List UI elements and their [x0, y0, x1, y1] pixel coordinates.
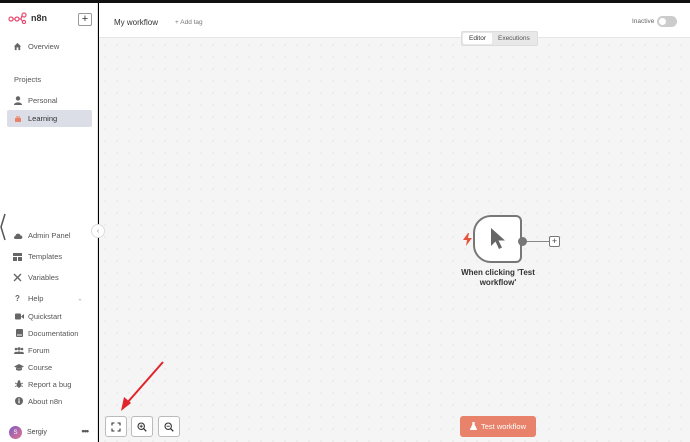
help-item-report-bug[interactable]: Report a bug: [14, 377, 71, 391]
add-tag-button[interactable]: + Add tag: [175, 19, 203, 26]
projects-heading: Projects: [14, 75, 42, 84]
node-label: When clicking 'Test workflow': [453, 268, 543, 288]
n8n-logo-icon: [8, 12, 27, 24]
user-name: Sergiy: [27, 429, 47, 436]
sidebar-item-overview[interactable]: Overview: [7, 38, 92, 55]
view-tabs: Editor Executions: [461, 31, 538, 46]
flask-icon: [469, 421, 477, 432]
sidebar-item-label: Help: [28, 294, 44, 303]
sidebar-item-templates[interactable]: Templates: [7, 248, 92, 265]
sidebar-item-label: Personal: [28, 96, 58, 105]
add-node-button[interactable]: +: [549, 236, 560, 247]
chevron-left-icon: [0, 213, 6, 241]
help-item-about[interactable]: About n8n: [14, 394, 62, 408]
help-item-label: Quickstart: [28, 311, 62, 321]
chevron-up-icon[interactable]: ⌃: [77, 298, 83, 306]
sidebar: n8n + Overview Projects Personal Learnin…: [0, 3, 98, 442]
help-item-label: About n8n: [28, 396, 63, 406]
sidebar-item-personal[interactable]: Personal: [7, 92, 92, 109]
templates-icon: [12, 251, 23, 262]
sidebar-item-label: Overview: [28, 42, 60, 51]
cloud-icon: [12, 230, 23, 241]
more-options-icon[interactable]: •••: [82, 426, 90, 436]
zoom-out-icon: [164, 421, 174, 432]
manual-trigger-node[interactable]: [473, 215, 522, 263]
add-button[interactable]: +: [78, 13, 92, 26]
help-item-label: Course: [28, 362, 53, 372]
sidebar-item-label: Templates: [28, 252, 63, 261]
zoom-out-button[interactable]: [158, 416, 180, 437]
node-label-line1: When clicking 'Test: [461, 268, 535, 277]
help-item-forum[interactable]: Forum: [14, 343, 50, 357]
help-item-quickstart[interactable]: Quickstart: [14, 309, 62, 323]
tab-executions[interactable]: Executions: [492, 33, 536, 44]
graduation-icon: [14, 363, 24, 371]
video-icon: [14, 313, 24, 320]
collapse-sidebar-button[interactable]: ‹: [91, 224, 105, 238]
avatar: S: [9, 426, 22, 439]
sidebar-item-label: Admin Panel: [28, 231, 71, 240]
bug-icon: [14, 380, 24, 388]
brand-name: n8n: [31, 13, 48, 23]
book-icon: [14, 329, 24, 337]
brand[interactable]: n8n: [8, 12, 47, 24]
help-item-label: Report a bug: [28, 379, 72, 389]
tab-editor[interactable]: Editor: [463, 33, 492, 44]
test-workflow-label: Test workflow: [480, 422, 526, 431]
fit-view-icon: [111, 421, 121, 432]
workflow-name[interactable]: My workflow: [114, 18, 158, 27]
canvas[interactable]: My workflow + Add tag Inactive Editor Ex…: [99, 3, 690, 442]
help-item-documentation[interactable]: Documentation: [14, 326, 78, 340]
info-icon: [14, 397, 24, 405]
help-item-label: Documentation: [28, 328, 79, 338]
sidebar-item-variables[interactable]: Variables: [7, 269, 92, 286]
sidebar-item-label: Learning: [28, 114, 58, 123]
zoom-in-icon: [137, 421, 147, 432]
cursor-icon: [491, 228, 505, 249]
user-menu[interactable]: S Sergiy •••: [9, 426, 93, 439]
header: My workflow + Add tag Inactive: [99, 3, 690, 38]
sidebar-item-admin-panel[interactable]: Admin Panel: [7, 227, 92, 244]
sidebar-item-label: Variables: [28, 273, 59, 282]
help-item-label: Forum: [28, 345, 50, 355]
output-connector-line: [524, 241, 550, 242]
node-label-line2: workflow': [479, 278, 517, 287]
users-icon: [14, 346, 24, 354]
zoom-in-button[interactable]: [131, 416, 153, 437]
zoom-to-fit-button[interactable]: [105, 416, 127, 437]
output-handle[interactable]: [518, 237, 527, 246]
home-icon: [12, 41, 23, 52]
test-workflow-button[interactable]: Test workflow: [460, 416, 536, 437]
status-label: Inactive: [632, 18, 655, 25]
help-item-course[interactable]: Course: [14, 360, 52, 374]
variables-icon: [12, 272, 23, 283]
help-icon: ?: [15, 294, 20, 303]
active-toggle[interactable]: [657, 16, 677, 27]
sidebar-item-learning[interactable]: Learning: [7, 110, 92, 127]
lightning-icon: [463, 233, 472, 246]
layer-icon: [12, 113, 23, 124]
user-icon: [12, 95, 23, 106]
